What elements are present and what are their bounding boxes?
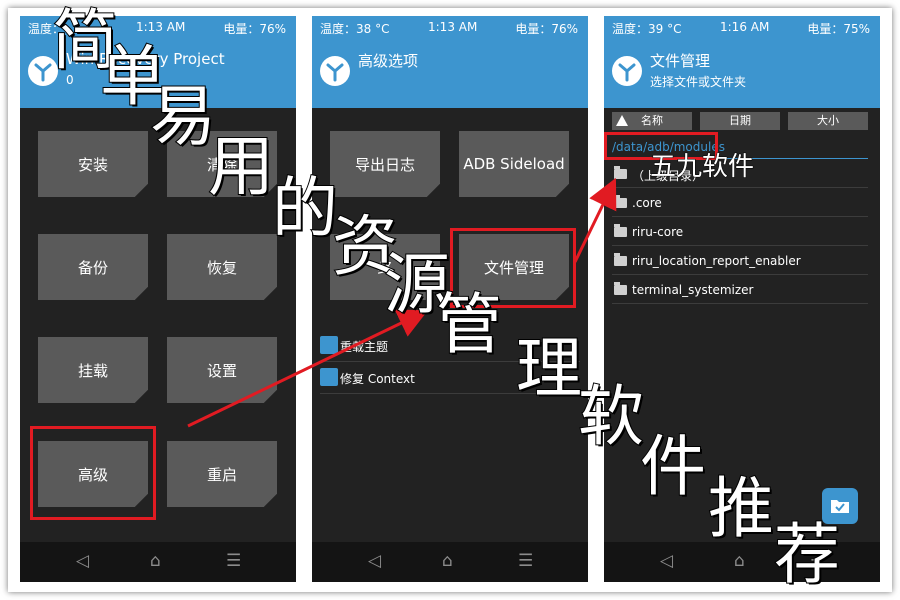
watermark-brand: 五九软件 bbox=[649, 152, 755, 183]
watermark-char: 件 bbox=[639, 428, 707, 505]
arrow-to-file-manager-screen bbox=[573, 177, 617, 263]
watermark-char: 理 bbox=[515, 330, 583, 407]
watermark-char: 软 bbox=[577, 378, 645, 455]
watermark-char: 用 bbox=[207, 128, 275, 205]
watermark-char: 易 bbox=[149, 78, 217, 155]
watermark-char: 推 bbox=[707, 470, 775, 547]
arrow-to-advanced-screen bbox=[187, 309, 429, 428]
watermark-char: 荐 bbox=[773, 516, 841, 593]
watermark-char: 的 bbox=[271, 170, 339, 247]
watermark-char: 管 bbox=[435, 286, 503, 363]
